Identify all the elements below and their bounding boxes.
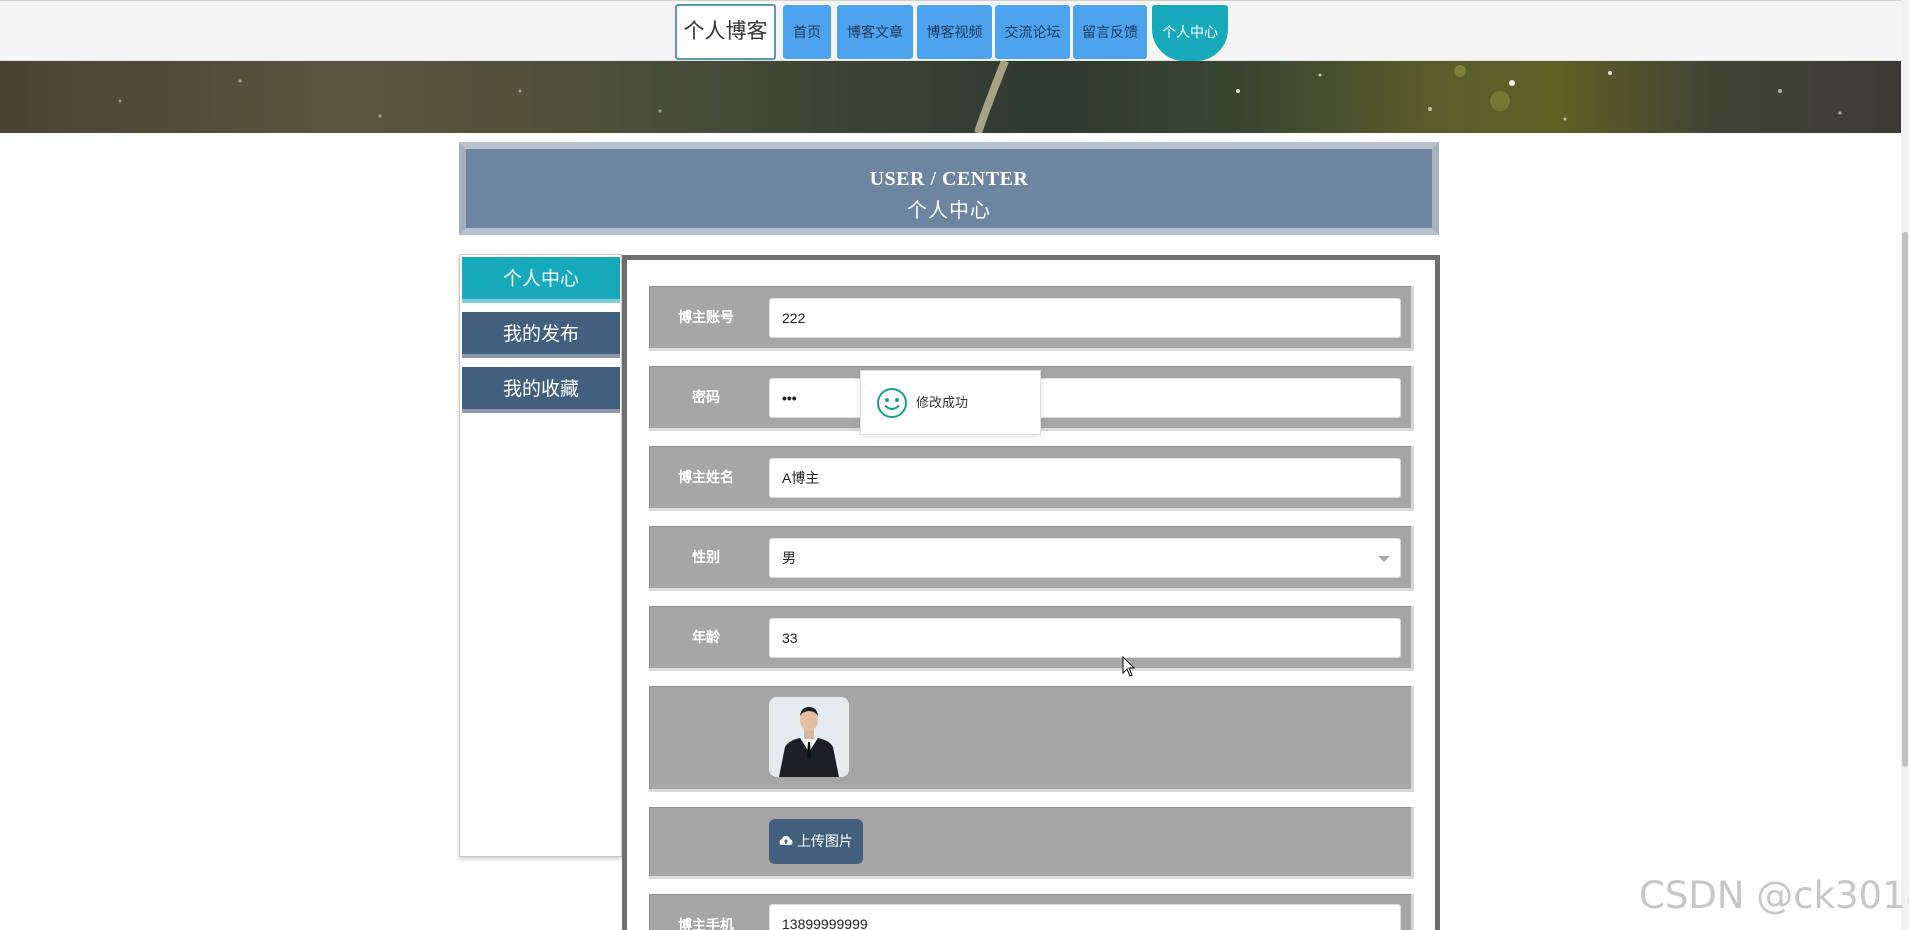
avatar-image — [769, 697, 849, 777]
nav-item-articles[interactable]: 博客文章 — [837, 5, 913, 59]
name-input[interactable]: A博主 — [769, 458, 1401, 498]
gender-select[interactable]: 男 — [769, 538, 1401, 578]
sidebar-item-my-posts[interactable]: 我的发布 — [462, 312, 620, 358]
gender-label: 性别 — [692, 549, 720, 565]
toast-message: 修改成功 — [916, 395, 969, 410]
gender-value: 男 — [782, 550, 796, 566]
age-input[interactable]: 33 — [769, 618, 1401, 658]
nav-item-feedback[interactable]: 留言反馈 — [1073, 5, 1147, 59]
phone-input[interactable]: 13899999999 — [769, 904, 1401, 930]
hero-banner — [0, 61, 1901, 133]
scrollbar-thumb[interactable] — [1902, 232, 1908, 767]
user-sidebar: 个人中心 我的发布 我的收藏 — [459, 254, 622, 857]
page-scrollbar[interactable] — [1901, 0, 1909, 930]
success-toast: 修改成功 — [860, 370, 1041, 435]
form-row-gender: 性别 男 — [649, 526, 1414, 591]
user-center-header: USER / CENTER 个人中心 — [459, 142, 1439, 235]
account-input[interactable]: 222 — [769, 298, 1401, 338]
nav-item-forum[interactable]: 交流论坛 — [995, 5, 1070, 59]
nav-item-videos[interactable]: 博客视频 — [917, 5, 992, 59]
phone-label: 博主手机 — [678, 917, 734, 930]
sidebar-item-my-favorites[interactable]: 我的收藏 — [462, 367, 620, 413]
sidebar-item-user-center[interactable]: 个人中心 — [462, 257, 620, 303]
banner-image — [118, 61, 1842, 133]
user-center-title-en: USER / CENTER — [869, 168, 1029, 190]
age-label: 年龄 — [692, 629, 720, 645]
password-label: 密码 — [692, 389, 720, 405]
cloud-upload-icon — [779, 836, 793, 845]
form-row-account: 博主账号 222 — [649, 286, 1414, 351]
upload-image-button[interactable]: 上传图片 — [769, 819, 863, 864]
top-navbar: 个人博客 首页 博客文章 博客视频 交流论坛 留言反馈 个人中心 — [0, 0, 1901, 61]
smile-icon — [877, 388, 907, 418]
chevron-down-icon[interactable] — [1378, 556, 1390, 562]
form-row-age: 年龄 33 — [649, 606, 1414, 671]
user-center-title-cn: 个人中心 — [907, 200, 991, 222]
form-row-upload: 上传图片 — [649, 807, 1414, 879]
form-row-avatar — [649, 686, 1414, 792]
account-label: 博主账号 — [678, 309, 734, 325]
form-row-phone: 博主手机 13899999999 — [649, 894, 1414, 930]
nav-item-user-center[interactable]: 个人中心 — [1152, 5, 1228, 61]
profile-form-panel: 博主账号 222 密码 ••• 博主姓名 A博主 性别 男 年龄 33 上传图片… — [622, 255, 1440, 930]
name-label: 博主姓名 — [678, 469, 734, 485]
upload-image-label: 上传图片 — [796, 833, 853, 849]
csdn-watermark: CSDN @ck3018 — [1639, 874, 1909, 917]
mouse-cursor-icon — [1122, 656, 1136, 677]
nav-item-home[interactable]: 首页 — [783, 5, 831, 59]
form-row-name: 博主姓名 A博主 — [649, 446, 1414, 511]
avatar-photo-graphic — [769, 697, 849, 777]
site-brand[interactable]: 个人博客 — [675, 4, 776, 60]
